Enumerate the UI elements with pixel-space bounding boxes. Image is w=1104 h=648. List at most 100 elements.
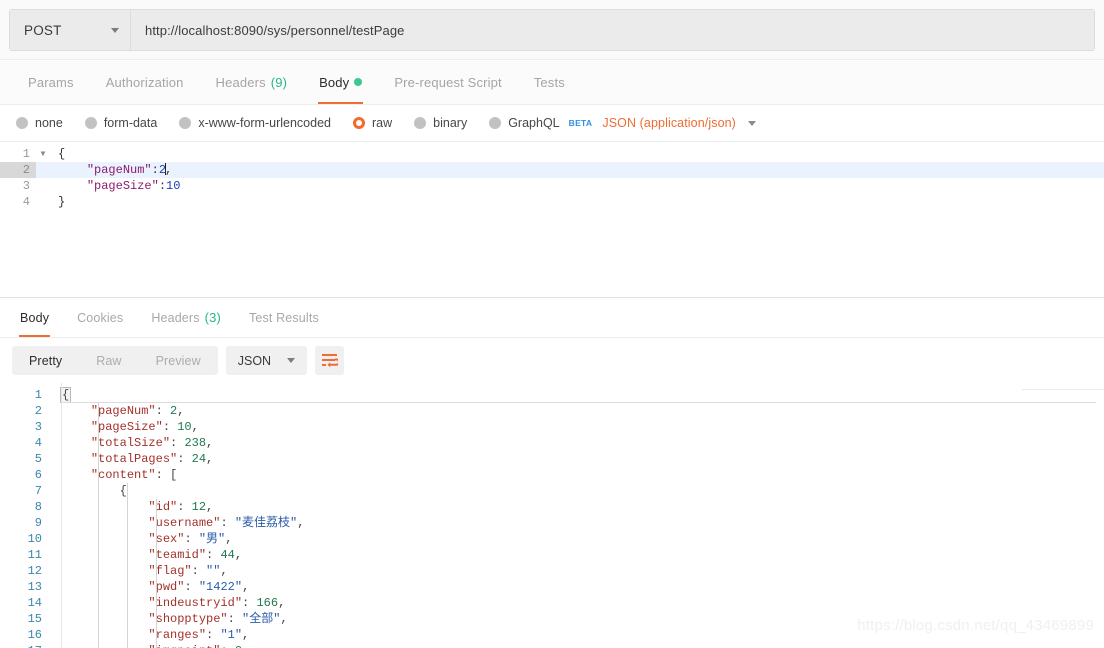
code-line: 1 ▾ {: [0, 146, 1104, 162]
code-text: "pageNum":2,: [50, 162, 172, 178]
chevron-down-icon: [111, 27, 119, 33]
tab-headers-count: (9): [270, 74, 288, 90]
response-body-editor[interactable]: 1{2 "pageNum": 2, 3 "pageSize": 10, 4 "tot…: [0, 383, 1104, 648]
token: "麦佳荔枝": [234, 516, 298, 530]
view-mode-raw[interactable]: Raw: [79, 346, 138, 375]
token: ,: [234, 548, 243, 562]
line-number: 5: [34, 452, 42, 466]
code-line: 17 "imgpoint": 0,: [0, 643, 1104, 648]
chevron-down-icon: [287, 358, 296, 363]
token: :: [162, 420, 178, 434]
response-tab-test-results[interactable]: Test Results: [235, 298, 333, 337]
response-tab-test-results-label: Test Results: [248, 310, 319, 325]
response-scroll-divider: [1022, 389, 1104, 390]
code-text: "shopptype": "全部",: [52, 611, 287, 627]
token: {: [58, 147, 66, 161]
tab-pre-request-script[interactable]: Pre-request Script: [378, 60, 517, 104]
token: ,: [191, 420, 199, 434]
token: ,: [206, 500, 214, 514]
response-format-select[interactable]: JSON: [225, 346, 308, 375]
token: 12: [191, 500, 207, 514]
tab-tests[interactable]: Tests: [518, 60, 581, 104]
code-line: 3 "pageSize": 10,: [0, 419, 1104, 435]
code-line: 5 "totalPages": 24,: [0, 451, 1104, 467]
chevron-down-icon[interactable]: [747, 120, 756, 126]
token: :: [242, 596, 257, 610]
token: :: [191, 564, 207, 578]
token: 166: [256, 596, 279, 610]
body-type-graphql[interactable]: GraphQL BETA: [489, 116, 592, 130]
indent-guide: [127, 483, 128, 648]
line-number: 9: [34, 516, 42, 530]
token: 44: [220, 548, 235, 562]
response-toolbar: Pretty Raw Preview JSON: [0, 338, 1104, 383]
token: "pwd": [148, 580, 185, 594]
body-type-form-data[interactable]: form-data: [84, 116, 157, 130]
token: "content": [90, 468, 156, 482]
tab-headers[interactable]: Headers (9): [200, 60, 304, 104]
token: "男": [198, 532, 226, 546]
response-tab-headers-count: (3): [204, 310, 221, 325]
code-text: "pageSize":10: [50, 178, 181, 194]
indent-guide: [156, 499, 157, 648]
request-url-row: POST http://localhost:8090/sys/personnel…: [9, 9, 1095, 51]
body-type-binary[interactable]: binary: [414, 116, 467, 130]
word-wrap-button[interactable]: [315, 346, 345, 375]
tab-authorization[interactable]: Authorization: [90, 60, 200, 104]
code-text: "imgpoint": 0,: [52, 643, 249, 648]
response-tab-body[interactable]: Body: [6, 298, 63, 337]
token: ,: [297, 516, 305, 530]
body-type-urlencoded-label: x-www-form-urlencoded: [198, 116, 331, 130]
request-url-input[interactable]: http://localhost:8090/sys/personnel/test…: [131, 10, 1094, 50]
token: :: [206, 628, 221, 642]
line-number: 16: [27, 628, 42, 642]
line-number: 14: [27, 596, 42, 610]
token: :: [170, 436, 185, 450]
response-tab-cookies[interactable]: Cookies: [63, 298, 137, 337]
view-mode-preview[interactable]: Preview: [139, 346, 218, 375]
token: "teamid": [148, 548, 207, 562]
content-type-select[interactable]: JSON (application/json): [602, 116, 736, 130]
body-type-none[interactable]: none: [16, 116, 63, 130]
tab-headers-label: Headers: [215, 74, 266, 90]
code-text: {: [50, 146, 65, 162]
code-text: "pageNum": 2,: [52, 403, 185, 419]
body-type-raw[interactable]: raw: [353, 116, 392, 130]
token: ,: [177, 404, 185, 418]
token: :: [177, 500, 192, 514]
request-tab-bar: Params Authorization Headers (9) Body Pr…: [0, 60, 1104, 105]
view-mode-pretty[interactable]: Pretty: [12, 346, 79, 375]
token: :: [220, 516, 235, 530]
body-type-urlencoded[interactable]: x-www-form-urlencoded: [179, 116, 331, 130]
token: :: [206, 548, 221, 562]
code-text: "sex": "男",: [52, 531, 232, 547]
token: ,: [220, 564, 228, 578]
code-text: "totalSize": 238,: [52, 435, 213, 451]
http-method-select[interactable]: POST: [10, 10, 131, 50]
response-tab-headers[interactable]: Headers (3): [137, 298, 235, 337]
tab-tests-label: Tests: [533, 74, 565, 90]
token: "全部": [242, 612, 281, 626]
response-view-mode-group: Pretty Raw Preview: [12, 346, 218, 375]
line-number: 3: [22, 179, 30, 193]
token: "1422": [198, 580, 243, 594]
token: ,: [242, 644, 249, 648]
code-line: 6 "content": [: [0, 467, 1104, 483]
token: ,: [242, 628, 250, 642]
token: ,: [165, 163, 173, 177]
fold-arrow-icon[interactable]: ▾: [36, 146, 50, 162]
request-body-editor[interactable]: 1 ▾{2 "pageNum":2, 3 "pageSize":10 4}: [0, 142, 1104, 297]
tab-params[interactable]: Params: [12, 60, 90, 104]
tab-body[interactable]: Body: [303, 60, 378, 104]
code-text: "flag": "",: [52, 563, 228, 579]
code-text: "teamid": 44,: [52, 547, 242, 563]
